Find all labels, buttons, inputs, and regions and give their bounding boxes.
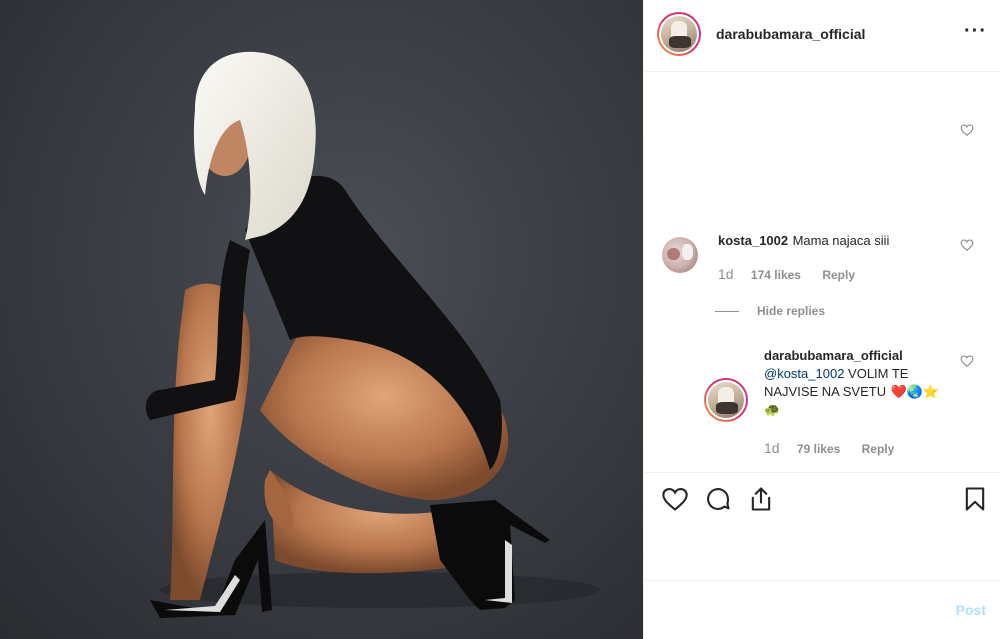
post-button[interactable]: Post <box>956 602 986 618</box>
more-horizontal-icon[interactable]: ··· <box>964 21 987 41</box>
reply-reply-button[interactable]: Reply <box>862 442 895 456</box>
reply-author-avatar[interactable] <box>704 378 748 422</box>
reply-body: darabubamara_official @kosta_1002 VOLIM … <box>764 347 944 419</box>
reply-mention[interactable]: @kosta_1002 <box>764 366 844 381</box>
hide-replies-label: Hide replies <box>757 304 826 318</box>
reply-time[interactable]: 1d <box>764 440 780 456</box>
post-photo[interactable] <box>0 0 643 639</box>
divider-line <box>715 310 739 312</box>
share-icon[interactable] <box>747 485 775 513</box>
author-avatar[interactable] <box>657 12 701 56</box>
post-actions-bar <box>644 472 1000 527</box>
post-header: darabubamara_official ··· <box>644 0 1000 72</box>
heart-icon[interactable] <box>661 485 689 513</box>
post-side-panel: darabubamara_official ··· kosta_1002 Mam… <box>643 0 1000 639</box>
bookmark-icon[interactable] <box>961 485 989 513</box>
author-username[interactable]: darabubamara_official <box>716 26 865 42</box>
post-photo-illustration <box>145 51 600 618</box>
heart-icon[interactable] <box>960 123 974 137</box>
comment-username[interactable]: kosta_1002 <box>718 233 788 248</box>
reply-likes[interactable]: 79 likes <box>797 442 840 456</box>
reply-username[interactable]: darabubamara_official <box>764 347 944 365</box>
comment-like-heart-icon[interactable] <box>960 238 974 252</box>
instagram-post-view: darabubamara_official ··· kosta_1002 Mam… <box>0 0 1000 639</box>
comment-reply-button[interactable]: Reply <box>822 268 855 282</box>
comment-meta: 1d 174 likes Reply <box>718 266 855 282</box>
comment-composer: Post <box>644 580 1000 639</box>
comment-likes[interactable]: 174 likes <box>751 268 801 282</box>
reply-meta: 1d 79 likes Reply <box>764 440 894 456</box>
add-comment-input[interactable] <box>660 600 930 620</box>
comment-body: kosta_1002 Mama najaca siii <box>718 232 948 249</box>
hide-replies-button[interactable]: Hide replies <box>715 304 825 318</box>
comment-icon[interactable] <box>704 485 732 513</box>
comment-time[interactable]: 1d <box>718 266 734 282</box>
commenter-avatar[interactable] <box>662 237 698 273</box>
reply-like-heart-icon[interactable] <box>960 354 974 368</box>
comment-text: Mama najaca siii <box>792 233 890 248</box>
